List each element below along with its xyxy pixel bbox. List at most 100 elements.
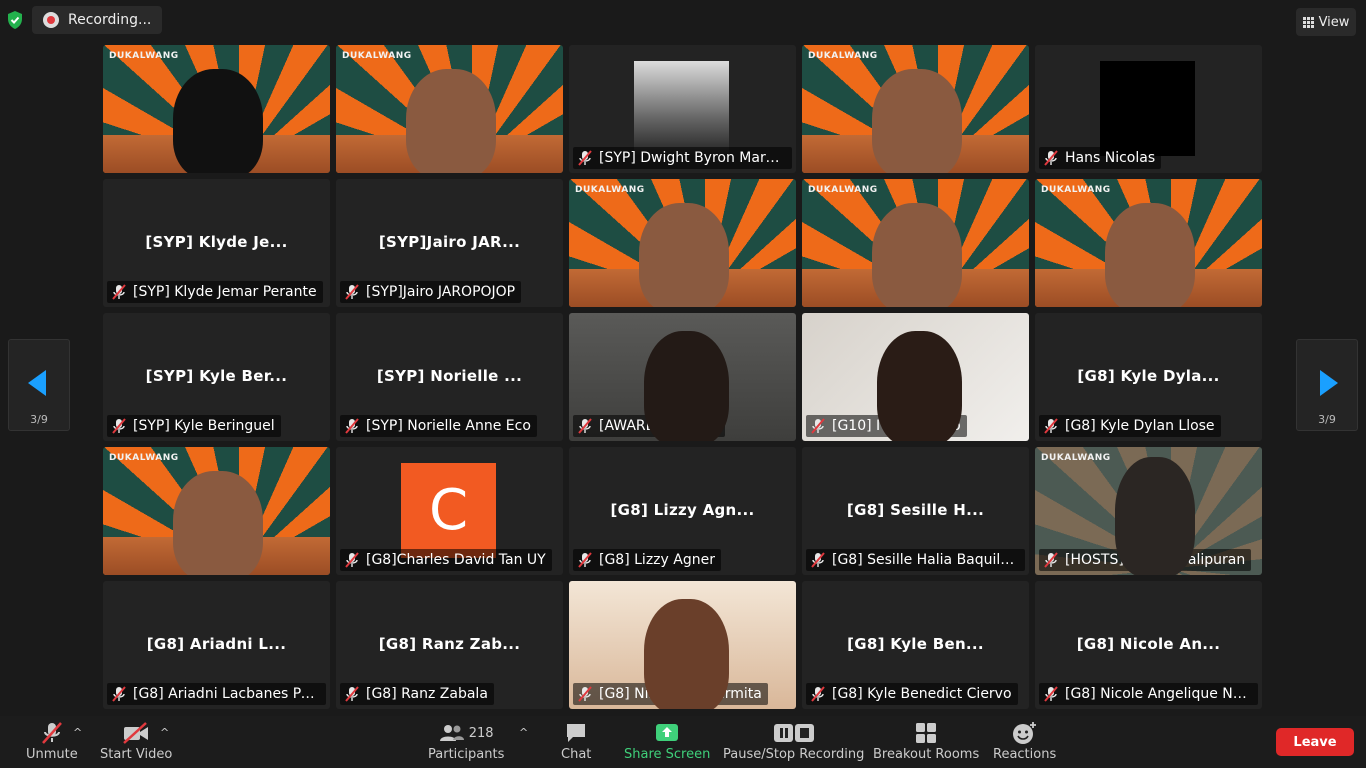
share-screen-button[interactable]: Share Screen <box>624 722 710 762</box>
mic-muted-icon <box>1043 284 1059 300</box>
participant-tile[interactable]: [G8] Kyle Ben... [G8] Kyle Benedict Cierv… <box>802 581 1029 709</box>
grid-view-icon <box>1302 16 1314 28</box>
participant-tile[interactable]: DUKALWANG[AWARDS] Nicole Anne Erroba <box>1035 179 1262 307</box>
participant-display-name: [SYP] Klyde Je... <box>145 233 288 251</box>
participant-tile[interactable]: [SYP] Dwight Byron Marq... <box>569 45 796 173</box>
view-label: View <box>1318 14 1350 30</box>
participant-tile[interactable]: DUKALWANG[G8] Kimberly Zaine Eloy <box>103 447 330 575</box>
participant-display-name: [G8] Kyle Ben... <box>847 635 984 653</box>
participant-video <box>406 69 496 173</box>
audio-options-caret[interactable]: ^ <box>73 726 82 739</box>
reactions-button[interactable]: Reactions <box>993 722 1056 762</box>
participants-options-caret[interactable]: ^ <box>519 726 528 739</box>
participant-tile[interactable]: [G8] Nicole An... [G8] Nicole Angelique N… <box>1035 581 1262 709</box>
participant-tile[interactable]: DUKALWANG[TECH] Raven <box>802 179 1029 307</box>
participant-display-name: [G8] Ranz Zab... <box>378 635 521 653</box>
participants-count: 218 <box>468 725 494 741</box>
unmute-button[interactable]: Unmute <box>26 722 78 762</box>
participant-tile[interactable]: [SYP] Klyde Je... [SYP] Klyde Jemar Peran… <box>103 179 330 307</box>
previous-page-button[interactable]: 3/9 <box>8 339 70 431</box>
participant-name-label: [G8] Lizzy Agner <box>573 549 721 571</box>
participant-video <box>644 331 729 441</box>
participant-tile[interactable]: [G8] Lizzy Agn... [G8] Lizzy Agner <box>569 447 796 575</box>
share-screen-icon <box>655 722 679 744</box>
profile-photo <box>1100 61 1195 156</box>
participant-display-name: [G8] Sesille H... <box>846 501 985 519</box>
participant-name-label: [G8] Ranz Zabala <box>340 683 494 705</box>
participant-tile[interactable]: [G8] Ariadni L... [G8] Ariadni Lacbanes P… <box>103 581 330 709</box>
participant-tile[interactable]: DUKALWANG[AWARDS] Aleyana <box>569 179 796 307</box>
mic-muted-icon <box>810 150 826 166</box>
mic-muted-icon <box>1043 552 1059 568</box>
participant-tile[interactable]: [SYP] Kyle Ber... [SYP] Kyle Beringuel <box>103 313 330 441</box>
arrow-right-icon <box>1320 370 1338 396</box>
profile-photo <box>634 61 729 156</box>
participant-tile[interactable]: [SYP]Jairo JAR... [SYP]Jairo JAROPOJOP <box>336 179 563 307</box>
participant-tile[interactable]: DUKALWANG[SYP] Morescyl Vance Ort... <box>802 45 1029 173</box>
arrow-left-icon <box>28 370 46 396</box>
participant-name-label: [G8]Charles David Tan UY <box>340 549 552 571</box>
leave-button[interactable]: Leave <box>1276 728 1354 756</box>
pause-stop-recording-button[interactable]: Pause/Stop Recording <box>723 722 864 762</box>
next-page-button[interactable]: 3/9 <box>1296 339 1358 431</box>
view-button[interactable]: View <box>1296 8 1356 36</box>
breakout-rooms-button[interactable]: Breakout Rooms <box>873 722 979 762</box>
background-brand-logo: DUKALWANG <box>575 185 645 195</box>
participant-name: [G8] Kyle Benedict Ciervo <box>832 686 1012 702</box>
mic-muted-icon <box>1043 418 1059 434</box>
participants-button[interactable]: 218 Participants <box>428 722 504 762</box>
participant-name-label: [SYP] Norielle Anne Eco <box>340 415 537 437</box>
recording-indicator[interactable]: Recording... <box>32 6 162 34</box>
participant-video <box>1105 203 1195 307</box>
participant-display-name: [SYP] Kyle Ber... <box>145 367 288 385</box>
participant-name: [G8] Ranz Zabala <box>366 686 488 702</box>
participant-video <box>644 599 729 709</box>
participant-display-name: [G8] Nicole An... <box>1076 635 1221 653</box>
mic-muted-icon <box>111 284 127 300</box>
participant-tile[interactable]: DUKALWANG[SYP] Cj Bugaoan <box>103 45 330 173</box>
participant-name-label: [SYP] Klyde Jemar Perante <box>107 281 323 303</box>
participant-tile[interactable]: [SYP] Norielle ... [SYP] Norielle Anne Ec… <box>336 313 563 441</box>
mic-muted-icon <box>577 418 593 434</box>
participant-tile[interactable]: [G10] Ivory Castro <box>802 313 1029 441</box>
security-shield-icon[interactable] <box>6 10 24 30</box>
participant-video <box>1115 457 1195 575</box>
participant-name: [G8] Sesille Halia Baquilo... <box>832 552 1019 568</box>
participant-display-name: [G8] Kyle Dyla... <box>1077 367 1220 385</box>
video-options-caret[interactable]: ^ <box>160 726 169 739</box>
participant-tile[interactable]: [G8] Ranz Zab... [G8] Ranz Zabala <box>336 581 563 709</box>
participant-tile[interactable]: [AWARDS] Cyrille <box>569 313 796 441</box>
chat-bubble-icon <box>564 722 588 744</box>
background-brand-logo: DUKALWANG <box>109 453 179 463</box>
participant-tile[interactable]: DUKALWANG[SYP] Kyle Balasanos <box>336 45 563 173</box>
mic-muted-icon <box>810 284 826 300</box>
avatar: C <box>401 463 496 558</box>
background-brand-logo: DUKALWANG <box>1041 453 1111 463</box>
mic-muted-icon <box>577 150 593 166</box>
participant-display-name: [SYP]Jairo JAR... <box>378 233 521 251</box>
mic-muted-icon <box>344 552 360 568</box>
participant-name-label: [G8] Kyle Benedict Ciervo <box>806 683 1018 705</box>
participant-tile[interactable]: [G8] Niña Mae Marmita <box>569 581 796 709</box>
breakout-rooms-label: Breakout Rooms <box>873 747 980 762</box>
smiley-plus-icon <box>1012 722 1038 744</box>
mic-muted-icon <box>40 722 64 744</box>
participant-video <box>877 331 962 441</box>
participant-tile[interactable]: C [G8]Charles David Tan UY <box>336 447 563 575</box>
mic-muted-icon <box>111 150 127 166</box>
background-brand-logo: DUKALWANG <box>808 51 878 61</box>
participant-tile[interactable]: DUKALWANG[HOSTS] Mervic Salipuran <box>1035 447 1262 575</box>
background-brand-logo: DUKALWANG <box>1041 185 1111 195</box>
record-icon <box>43 12 59 28</box>
participant-video <box>173 471 263 575</box>
chat-button[interactable]: Chat <box>561 722 591 762</box>
participant-name-label: [G8] Sesille Halia Baquilo... <box>806 549 1025 571</box>
breakout-rooms-icon <box>915 722 937 744</box>
participant-tile[interactable]: Hans Nicolas <box>1035 45 1262 173</box>
mic-muted-icon <box>111 552 127 568</box>
participant-tile[interactable]: [G8] Kyle Dyla... [G8] Kyle Dylan Llose <box>1035 313 1262 441</box>
participant-tile[interactable]: [G8] Sesille H... [G8] Sesille Halia Baqu… <box>802 447 1029 575</box>
participant-name-label: [SYP] Kyle Beringuel <box>107 415 281 437</box>
mic-muted-icon <box>577 552 593 568</box>
participants-icon <box>439 725 464 741</box>
